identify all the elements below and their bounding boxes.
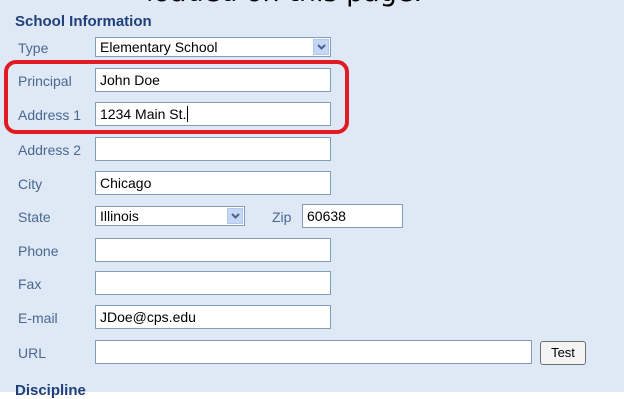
chevron-down-icon[interactable] — [313, 39, 329, 55]
zip-input[interactable]: 60638 — [302, 204, 403, 228]
address2-label: Address 2 — [18, 142, 82, 158]
phone-input[interactable] — [95, 238, 331, 262]
state-label: State — [18, 209, 51, 225]
section-title: School Information — [15, 13, 152, 30]
email-value: JDoe@cps.edu — [100, 309, 196, 325]
state-select[interactable]: Illinois — [95, 206, 245, 226]
url-label: URL — [18, 345, 47, 361]
type-select-value: Elementary School — [100, 39, 218, 55]
fax-label: Fax — [18, 276, 42, 292]
type-select[interactable]: Elementary School — [95, 37, 331, 57]
zip-label: Zip — [272, 209, 292, 225]
state-select-value: Illinois — [100, 208, 139, 224]
test-button[interactable]: Test — [540, 341, 586, 365]
city-label: City — [18, 176, 43, 192]
type-label: Type — [18, 40, 49, 56]
email-label: E-mail — [18, 310, 58, 326]
city-value: Chicago — [100, 175, 152, 191]
address2-input[interactable] — [95, 137, 331, 161]
chevron-down-icon[interactable] — [227, 208, 243, 224]
highlight-box — [4, 60, 349, 134]
phone-label: Phone — [18, 243, 59, 259]
url-input[interactable] — [95, 340, 532, 364]
zip-value: 60638 — [307, 208, 346, 224]
city-input[interactable]: Chicago — [95, 171, 331, 195]
email-input[interactable]: JDoe@cps.edu — [95, 305, 331, 329]
fax-input[interactable] — [95, 271, 331, 295]
caption-text: loaded on this page. — [0, 0, 624, 8]
next-section-title: Discipline — [15, 382, 86, 399]
school-info-panel — [0, 0, 624, 392]
